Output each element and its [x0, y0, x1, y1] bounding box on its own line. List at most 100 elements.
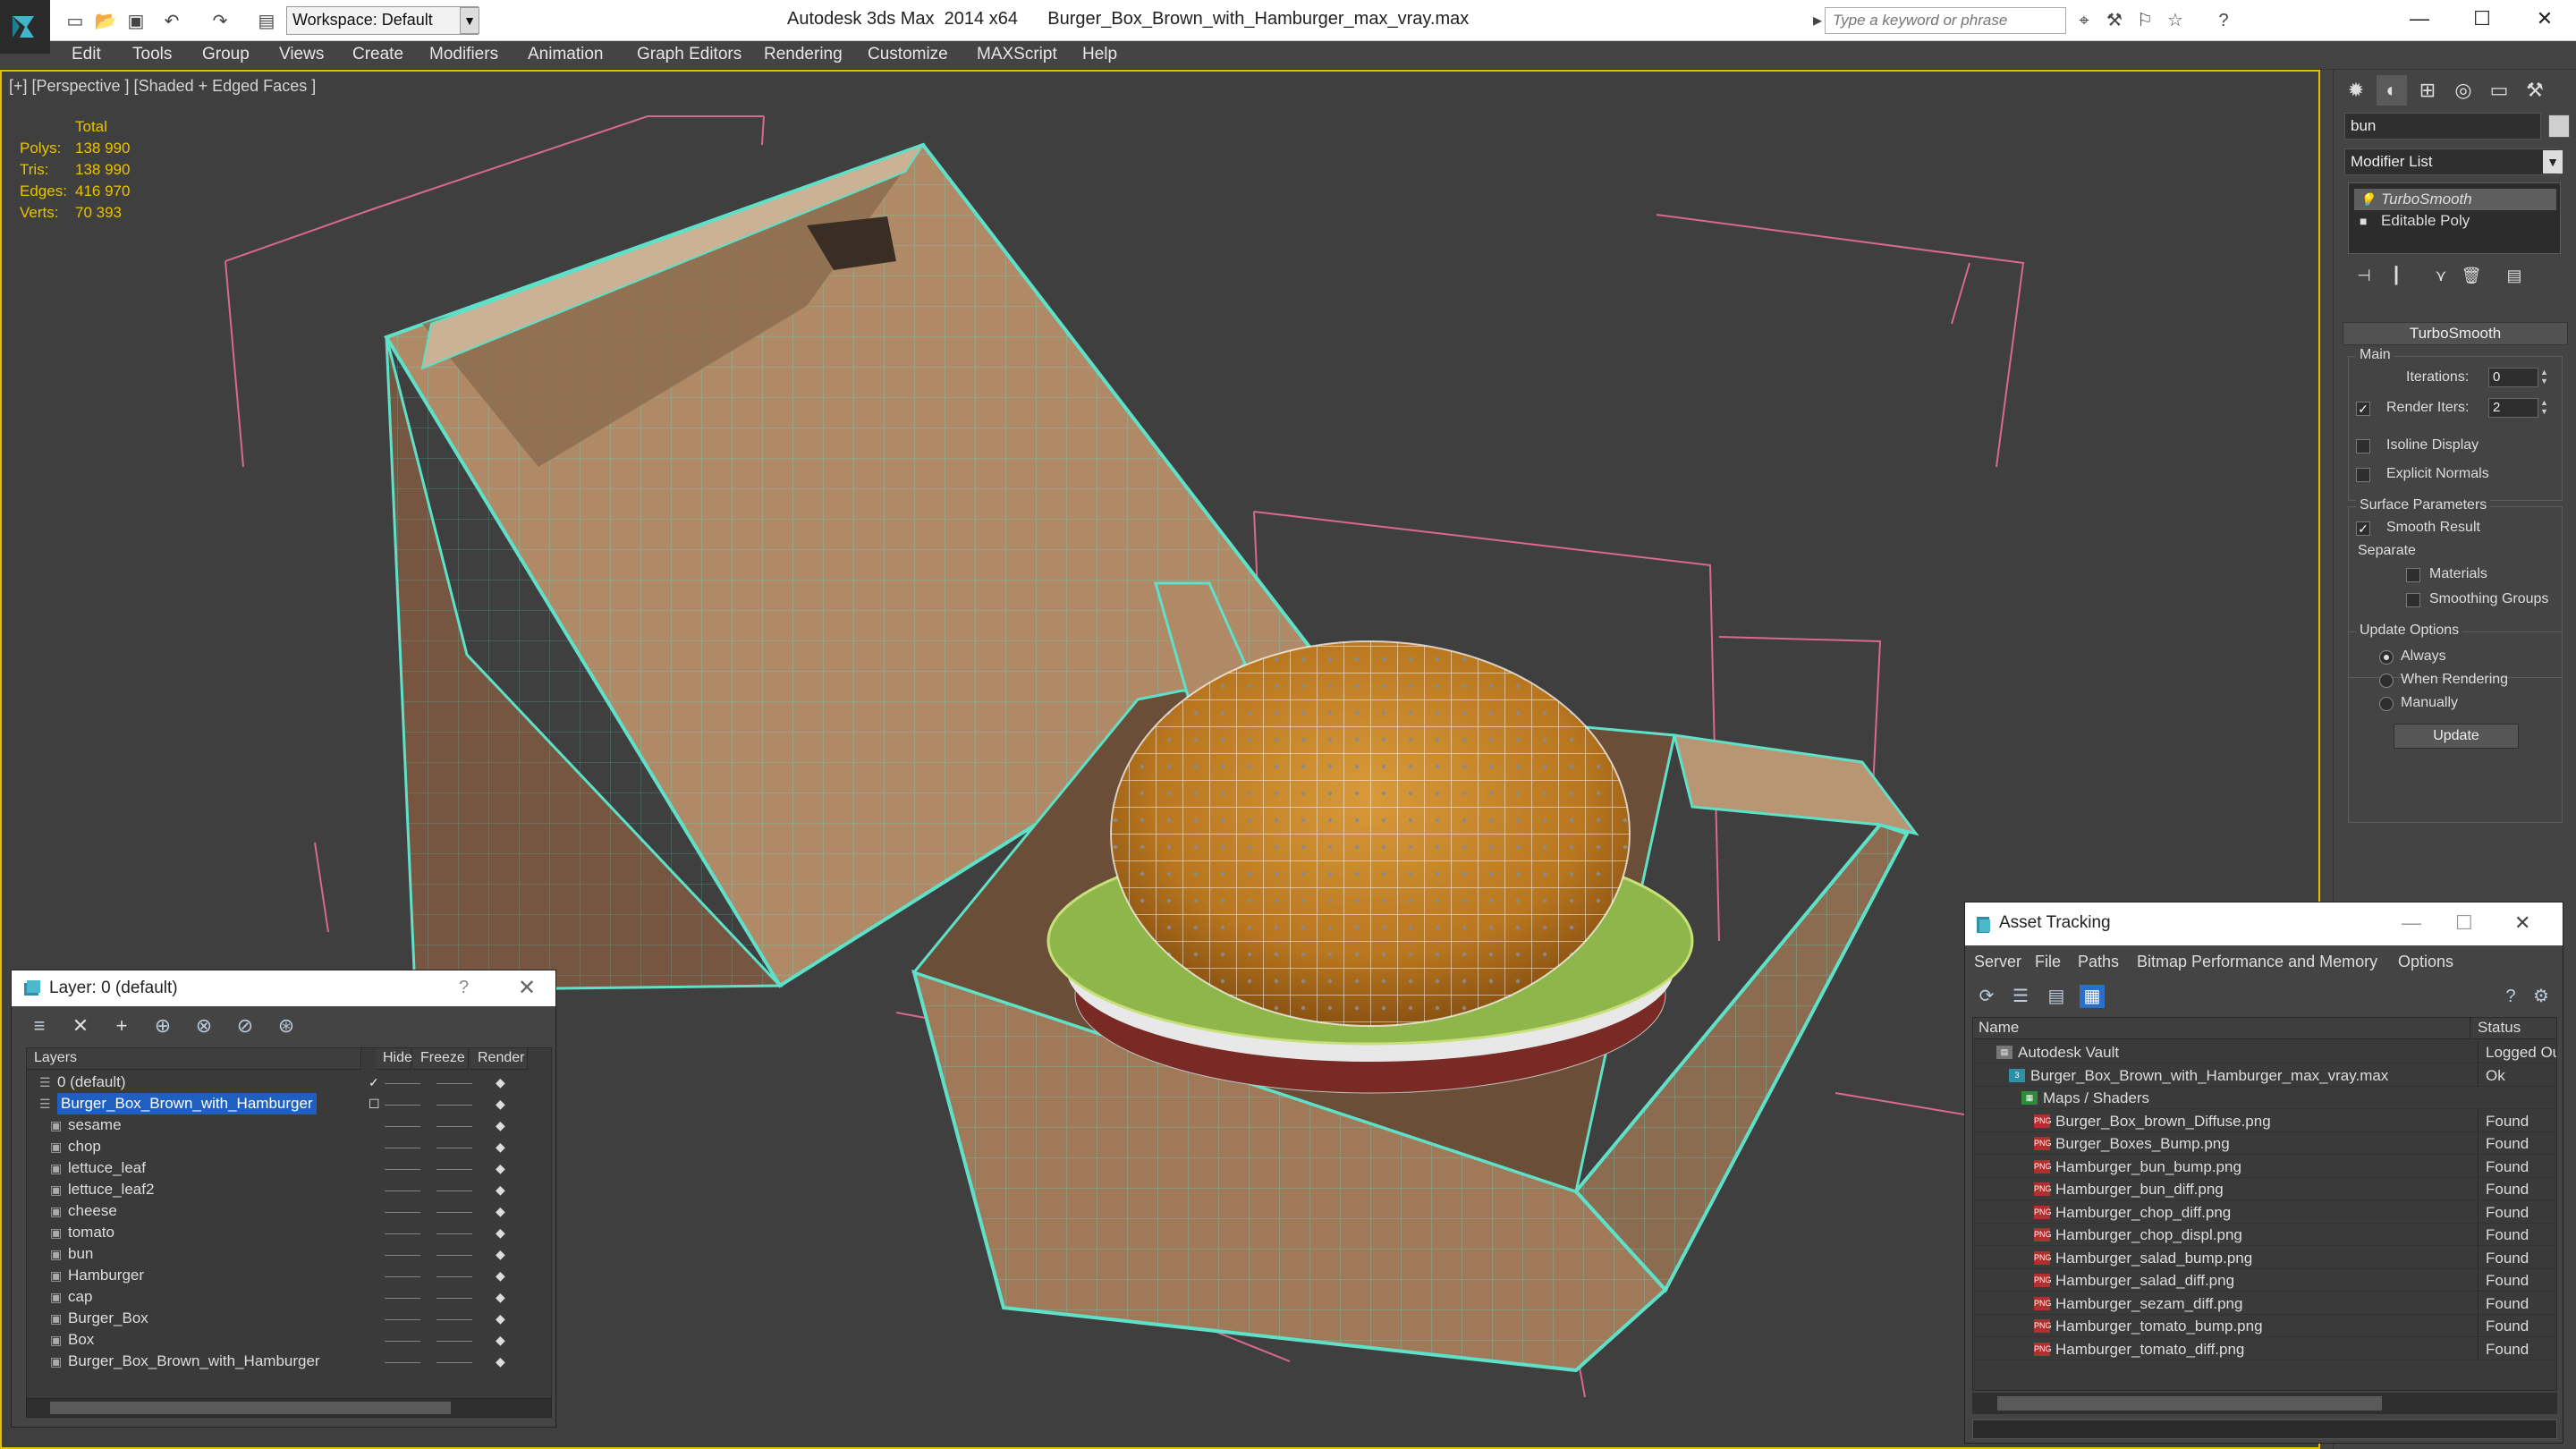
spinner-arrows-icon[interactable]: ▲ ▼ — [2540, 398, 2549, 418]
add-to-layer-icon[interactable]: + — [108, 1013, 135, 1038]
hide-toggle-icon[interactable]: ——— — [385, 1265, 420, 1286]
hide-toggle-icon[interactable]: ——— — [385, 1286, 420, 1308]
close-icon[interactable]: ✕ — [518, 975, 536, 1001]
freeze-toggle-icon[interactable]: ——— — [436, 1157, 472, 1179]
pin-stack-icon[interactable]: ⊣ — [2351, 267, 2377, 290]
layer-horizontal-scrollbar[interactable] — [26, 1398, 552, 1418]
list-view-icon[interactable]: ☰ — [2008, 985, 2033, 1008]
render-toggle-icon[interactable]: ◆ — [496, 1308, 505, 1329]
asset-horizontal-scrollbar[interactable] — [1972, 1393, 2557, 1414]
create-tab-icon[interactable]: ✹ — [2341, 75, 2371, 106]
column-header-freeze[interactable]: Freeze — [413, 1048, 469, 1070]
remove-modifier-icon[interactable]: 🗑 — [2459, 267, 2484, 290]
subscription-icon[interactable]: ⚒ — [2102, 9, 2127, 32]
workspace-dropdown[interactable]: Workspace: Default — [286, 6, 479, 35]
freeze-toggle-icon[interactable]: ——— — [436, 1286, 472, 1308]
layer-row[interactable]: ▣ Burger_Box_Brown_with_Hamburger ——— ——— ◆ — [27, 1351, 551, 1372]
layer-row[interactable]: ▣ lettuce_leaf ——— ——— ◆ — [27, 1157, 551, 1179]
freeze-toggle-icon[interactable]: ——— — [436, 1072, 472, 1093]
menu-animation[interactable]: Animation — [528, 45, 604, 64]
freeze-toggle-icon[interactable]: ——— — [436, 1114, 472, 1136]
render-iters-spinner[interactable]: 2 — [2488, 398, 2538, 418]
render-toggle-icon[interactable]: ◆ — [496, 1179, 505, 1200]
layer-row[interactable]: ▣ Burger_Box ——— ——— ◆ — [27, 1308, 551, 1329]
new-file-icon[interactable]: ▭ — [63, 9, 88, 32]
modifier-list-dropdown[interactable]: Modifier List — [2344, 148, 2559, 175]
when-rendering-radio[interactable] — [2379, 674, 2394, 688]
render-toggle-icon[interactable]: ◆ — [496, 1286, 505, 1308]
menu-create[interactable]: Create — [352, 45, 403, 64]
column-header-name[interactable]: Name — [1973, 1018, 2470, 1039]
layer-row[interactable]: ▣ Hamburger ——— ——— ◆ — [27, 1265, 551, 1286]
iterations-spinner[interactable]: 0 — [2488, 368, 2538, 387]
render-toggle-icon[interactable]: ◆ — [496, 1329, 505, 1351]
highlight-layer-icon[interactable]: ⊗ — [191, 1013, 217, 1038]
motion-tab-icon[interactable]: ◎ — [2448, 75, 2479, 106]
scrollbar-thumb[interactable] — [50, 1402, 451, 1414]
lightbulb-icon[interactable]: 💡 — [2360, 189, 2375, 210]
hide-toggle-icon[interactable]: ——— — [385, 1072, 420, 1093]
active-layer-check-icon[interactable]: ✓ — [369, 1072, 379, 1093]
freeze-toggle-icon[interactable]: ——— — [436, 1136, 472, 1157]
hide-toggle-icon[interactable]: ——— — [385, 1329, 420, 1351]
column-header-status[interactable]: Status — [2472, 1018, 2556, 1039]
asset-row[interactable]: ▤ Autodesk Vault Logged Ou — [1973, 1041, 2556, 1063]
menu-help[interactable]: Help — [1082, 45, 1117, 64]
menu-modifiers[interactable]: Modifiers — [429, 45, 498, 64]
display-tab-icon[interactable]: ▭ — [2484, 75, 2514, 106]
materials-checkbox[interactable] — [2406, 568, 2420, 582]
asset-menu-paths[interactable]: Paths — [2078, 953, 2119, 971]
grid-view-icon[interactable]: ▦ — [2080, 985, 2105, 1008]
explicit-normals-checkbox[interactable] — [2356, 468, 2370, 482]
hide-toggle-icon[interactable]: ——— — [385, 1136, 420, 1157]
freeze-toggle-icon[interactable]: ——— — [436, 1308, 472, 1329]
render-toggle-icon[interactable]: ◆ — [496, 1136, 505, 1157]
menu-customize[interactable]: Customize — [868, 45, 948, 64]
object-name-field[interactable]: bun — [2344, 113, 2541, 140]
hide-toggle-icon[interactable]: ——— — [385, 1243, 420, 1265]
menu-graph-editors[interactable]: Graph Editors — [637, 45, 741, 64]
column-header-hide[interactable]: Hide — [376, 1048, 412, 1070]
show-end-result-icon[interactable]: ┃ — [2384, 267, 2409, 290]
spinner-arrows-icon[interactable]: ▲ ▼ — [2540, 368, 2549, 387]
render-toggle-icon[interactable]: ◆ — [496, 1243, 505, 1265]
asset-menu-bitmap-performance[interactable]: Bitmap Performance and Memory — [2137, 953, 2377, 971]
workspace-expand-button[interactable]: ▼ — [460, 7, 479, 34]
render-toggle-icon[interactable]: ◆ — [496, 1200, 505, 1222]
render-toggle-icon[interactable]: ◆ — [496, 1072, 505, 1093]
asset-row[interactable]: PNG Hamburger_salad_diff.png Found — [1973, 1269, 2556, 1292]
isoline-display-checkbox[interactable] — [2356, 439, 2370, 453]
hide-toggle-icon[interactable]: ——— — [385, 1157, 420, 1179]
always-radio[interactable] — [2379, 650, 2394, 665]
app-menu-button[interactable] — [0, 0, 50, 54]
search-input[interactable] — [1825, 7, 2066, 34]
scrollbar-thumb[interactable] — [1997, 1396, 2382, 1411]
layer-row[interactable]: ▣ tomato ——— ——— ◆ — [27, 1222, 551, 1243]
freeze-toggle-icon[interactable]: ——— — [436, 1265, 472, 1286]
modifier-stack-item[interactable]: ■ Editable Poly — [2354, 210, 2556, 232]
menu-rendering[interactable]: Rendering — [764, 45, 843, 64]
utilities-tab-icon[interactable]: ⚒ — [2520, 75, 2550, 106]
binoculars-icon[interactable]: ⌖ — [2072, 9, 2097, 32]
asset-row[interactable]: PNG Hamburger_tomato_bump.png Found — [1973, 1315, 2556, 1337]
asset-path-field[interactable] — [1972, 1419, 2557, 1439]
smooth-result-checkbox[interactable]: ✓ — [2356, 521, 2370, 536]
asset-row[interactable]: ▦ Maps / Shaders — [1973, 1087, 2556, 1109]
close-icon[interactable]: ✕ — [2514, 911, 2530, 935]
hide-toggle-icon[interactable]: ——— — [385, 1114, 420, 1136]
refresh-icon[interactable]: ⟳ — [1974, 985, 1999, 1008]
hierarchy-tab-icon[interactable]: ⊞ — [2412, 75, 2443, 106]
asset-menu-server[interactable]: Server — [1974, 953, 2021, 971]
viewport-label[interactable]: [+] [Perspective ] [Shaded + Edged Faces… — [9, 77, 316, 96]
layer-row[interactable]: ▣ Box ——— ——— ◆ — [27, 1329, 551, 1351]
layer-row[interactable]: ▣ lettuce_leaf2 ——— ——— ◆ — [27, 1179, 551, 1200]
communication-icon[interactable]: ⚐ — [2132, 9, 2157, 32]
asset-window-titlebar[interactable]: Asset Tracking — ☐ ✕ — [1965, 902, 2563, 945]
layer-row[interactable]: ☰ 0 (default) ✓ ——— ——— ◆ — [27, 1072, 551, 1093]
minimize-icon[interactable]: — — [2402, 911, 2421, 935]
freeze-toggle-icon[interactable]: ——— — [436, 1179, 472, 1200]
freeze-toggle-icon[interactable]: ——— — [436, 1093, 472, 1114]
redo-icon[interactable]: ↷ — [208, 9, 233, 32]
layer-window-titlebar[interactable]: Layer: 0 (default) ? ✕ — [12, 970, 555, 1006]
help-icon[interactable]: ? — [2498, 985, 2523, 1008]
